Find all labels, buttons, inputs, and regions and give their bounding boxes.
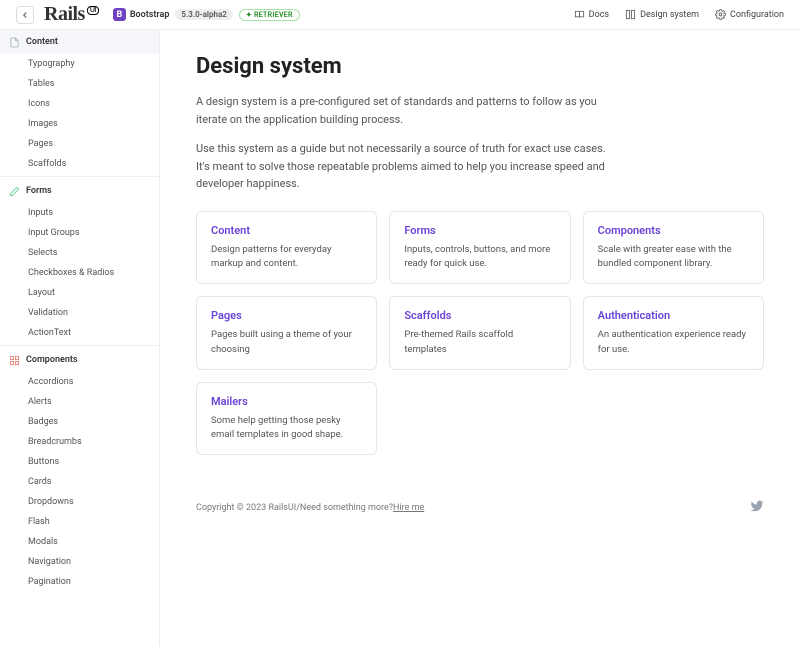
sidebar-item-pagination[interactable]: Pagination — [0, 572, 159, 592]
sidebar-item-actiontext[interactable]: ActionText — [0, 323, 159, 343]
logo-text: Rails — [44, 3, 85, 26]
card-desc: Inputs, controls, buttons, and more read… — [404, 243, 555, 272]
twitter-svg — [750, 499, 764, 513]
card-title: Forms — [404, 224, 555, 237]
sidebar-item-validation[interactable]: Validation — [0, 303, 159, 323]
sidebar-item-pages[interactable]: Pages — [0, 134, 159, 154]
sidebar-item-flash[interactable]: Flash — [0, 512, 159, 532]
logo-badge: UI — [87, 6, 99, 15]
sidebar-item-badges[interactable]: Badges — [0, 412, 159, 432]
logo[interactable]: Rails UI — [44, 3, 99, 26]
gear-icon — [715, 9, 726, 20]
topnav-right: Docs Design system Configuration — [574, 9, 784, 20]
nav-docs[interactable]: Docs — [574, 9, 609, 20]
sidebar-item-modals[interactable]: Modals — [0, 532, 159, 552]
sidebar-section-forms[interactable]: Forms — [0, 179, 159, 203]
nav-configuration[interactable]: Configuration — [715, 9, 784, 20]
sidebar-item-scaffolds[interactable]: Scaffolds — [0, 154, 159, 174]
card-desc: Some help getting those pesky email temp… — [211, 414, 362, 443]
sidebar-item-selects[interactable]: Selects — [0, 243, 159, 263]
intro-paragraph-2: Use this system as a guide but not neces… — [196, 140, 616, 193]
sidebar-section-components[interactable]: Components — [0, 348, 159, 372]
card-content[interactable]: Content Design patterns for everyday mar… — [196, 211, 377, 285]
book-icon — [574, 9, 585, 20]
sidebar-item-breadcrumbs[interactable]: Breadcrumbs — [0, 432, 159, 452]
card-desc: Design patterns for everyday markup and … — [211, 243, 362, 272]
sidebar-item-icons[interactable]: Icons — [0, 94, 159, 114]
sidebar-section-content-label: Content — [26, 37, 58, 47]
brand-badge: B Bootstrap — [113, 8, 170, 21]
card-title: Pages — [211, 309, 362, 322]
sidebar-item-typography[interactable]: Typography — [0, 54, 159, 74]
sidebar-section-forms-label: Forms — [26, 186, 52, 196]
card-forms[interactable]: Forms Inputs, controls, buttons, and mor… — [389, 211, 570, 285]
card-components[interactable]: Components Scale with greater ease with … — [583, 211, 764, 285]
card-desc: Pages built using a theme of your choosi… — [211, 328, 362, 357]
card-title: Authentication — [598, 309, 749, 322]
card-desc: Pre-themed Rails scaffold templates — [404, 328, 555, 357]
sidebar-section-content[interactable]: Content — [0, 30, 159, 54]
sidebar-item-accordions[interactable]: Accordions — [0, 372, 159, 392]
file-icon — [9, 37, 20, 48]
grid-icon — [9, 355, 20, 366]
card-title: Scaffolds — [404, 309, 555, 322]
card-mailers[interactable]: Mailers Some help getting those pesky em… — [196, 382, 377, 456]
sidebar-divider — [0, 345, 159, 346]
footer-prompt: Need something more? — [300, 503, 393, 513]
sidebar-item-checkboxes-radios[interactable]: Checkboxes & Radios — [0, 263, 159, 283]
sidebar-item-navigation[interactable]: Navigation — [0, 552, 159, 572]
sidebar-item-tables[interactable]: Tables — [0, 74, 159, 94]
cards-grid: Content Design patterns for everyday mar… — [196, 211, 764, 456]
card-desc: An authentication experience ready for u… — [598, 328, 749, 357]
pencil-icon — [9, 186, 20, 197]
theme-pill: RETRIEVER — [239, 9, 300, 21]
intro-paragraph-1: A design system is a pre-configured set … — [196, 93, 616, 128]
footer-copyright: Copyright © 2023 RailsUI — [196, 503, 296, 513]
card-pages[interactable]: Pages Pages built using a theme of your … — [196, 296, 377, 370]
page-title: Design system — [196, 54, 764, 79]
sidebar-section-components-label: Components — [26, 355, 78, 365]
footer-hire-link[interactable]: Hire me — [393, 503, 424, 513]
layout-icon — [625, 9, 636, 20]
bootstrap-icon: B — [113, 8, 126, 21]
version-pill: 5.3.0-alpha2 — [175, 9, 232, 20]
brand-name: Bootstrap — [130, 10, 170, 20]
nav-docs-label: Docs — [589, 10, 609, 20]
card-title: Components — [598, 224, 749, 237]
chevron-left-icon — [20, 10, 30, 20]
sidebar-item-layout[interactable]: Layout — [0, 283, 159, 303]
sidebar-item-dropdowns[interactable]: Dropdowns — [0, 492, 159, 512]
main-content: Design system A design system is a pre-c… — [160, 30, 800, 646]
card-title: Mailers — [211, 395, 362, 408]
card-desc: Scale with greater ease with the bundled… — [598, 243, 749, 272]
sidebar-item-alerts[interactable]: Alerts — [0, 392, 159, 412]
sidebar-item-buttons[interactable]: Buttons — [0, 452, 159, 472]
sidebar-item-inputs[interactable]: Inputs — [0, 203, 159, 223]
sidebar-item-cards[interactable]: Cards — [0, 472, 159, 492]
footer: Copyright © 2023 RailsUI / Need somethin… — [196, 485, 764, 516]
nav-design-system-label: Design system — [640, 10, 699, 20]
card-title: Content — [211, 224, 362, 237]
twitter-icon[interactable] — [750, 499, 764, 516]
nav-design-system[interactable]: Design system — [625, 9, 699, 20]
card-scaffolds[interactable]: Scaffolds Pre-themed Rails scaffold temp… — [389, 296, 570, 370]
back-button[interactable] — [16, 6, 34, 24]
card-authentication[interactable]: Authentication An authentication experie… — [583, 296, 764, 370]
sidebar-item-images[interactable]: Images — [0, 114, 159, 134]
sidebar: Content Typography Tables Icons Images P… — [0, 30, 160, 646]
nav-configuration-label: Configuration — [730, 10, 784, 20]
topbar: Rails UI B Bootstrap 5.3.0-alpha2 RETRIE… — [0, 0, 800, 30]
sidebar-item-input-groups[interactable]: Input Groups — [0, 223, 159, 243]
sidebar-divider — [0, 176, 159, 177]
